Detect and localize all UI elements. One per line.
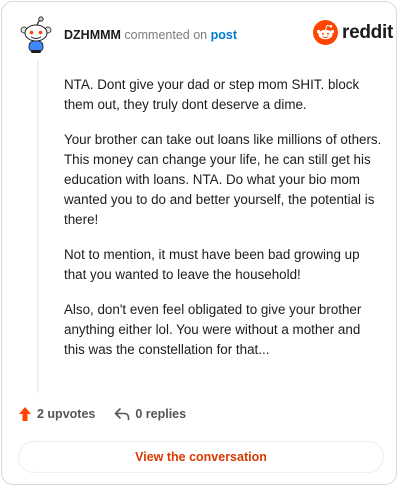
reddit-wordmark: reddit: [342, 22, 393, 43]
author-name[interactable]: DZHMMM: [64, 28, 121, 42]
comment-card: DZHMMM commented on post reddit NTA. Don…: [1, 1, 397, 485]
comment-header: DZHMMM commented on post: [64, 28, 237, 42]
replies-count: 0 replies: [135, 407, 187, 421]
comment-paragraph: Also, don't even feel obligated to give …: [64, 302, 362, 357]
reddit-snoo-icon: [313, 20, 338, 45]
comment-paragraph: NTA. Dont give your dad or step mom SHIT…: [64, 77, 360, 112]
upvotes-button[interactable]: 2 upvotes: [18, 406, 95, 422]
post-link[interactable]: post: [211, 28, 237, 42]
thread-line: [37, 60, 39, 393]
comment-actions: 2 upvotes 0 replies: [18, 406, 186, 422]
comment-body: NTA. Dont give your dad or step mom SHIT…: [64, 75, 382, 375]
upvotes-count: 2 upvotes: [37, 407, 96, 421]
reddit-brand[interactable]: reddit: [313, 20, 393, 45]
replies-button[interactable]: 0 replies: [114, 407, 186, 421]
reply-arrow-icon: [115, 408, 130, 421]
comment-action-text: commented on: [124, 28, 208, 42]
upvote-arrow-icon: [19, 407, 31, 421]
avatar[interactable]: [18, 16, 52, 54]
view-conversation-button[interactable]: View the conversation: [18, 441, 384, 473]
snoo-avatar-icon: [20, 16, 52, 53]
comment-paragraph: Not to mention, it must have been bad gr…: [64, 247, 360, 282]
comment-paragraph: Your brother can take out loans like mil…: [64, 132, 382, 227]
